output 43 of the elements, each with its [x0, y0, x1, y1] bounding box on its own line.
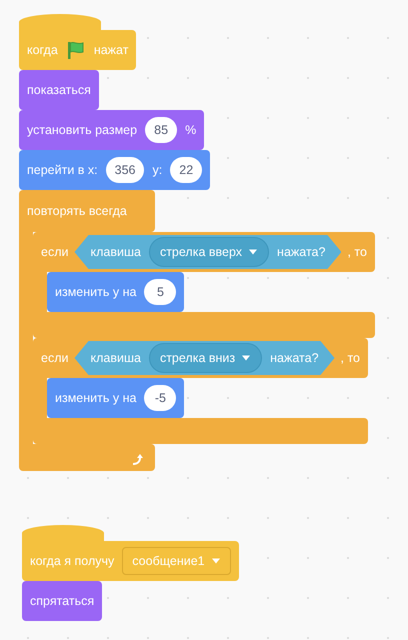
block-label: когда — [27, 42, 58, 59]
number-input[interactable]: 5 — [144, 279, 176, 305]
caret-icon — [241, 355, 252, 361]
block-label: изменить y на — [55, 284, 136, 301]
block-label: если — [41, 350, 68, 367]
key-pressed-condition[interactable]: клавиша стрелка вверх нажата? — [74, 235, 342, 269]
stack-block[interactable]: спрятаться — [22, 581, 102, 621]
if-block-header[interactable]: если клавиша стрелка вверх нажата? , то — [33, 232, 375, 272]
stack-block[interactable]: показаться — [19, 70, 99, 110]
block-label: , то — [340, 350, 360, 367]
stack-block[interactable]: изменить y на 5 — [47, 272, 184, 312]
key-pressed-condition[interactable]: клавиша стрелка вниз нажата? — [74, 341, 335, 375]
block-label: нажата? — [270, 350, 319, 367]
block-label: если — [41, 244, 68, 261]
number-input[interactable]: -5 — [144, 385, 176, 411]
block-label: повторять всегда — [27, 202, 127, 220]
caret-icon — [210, 558, 221, 564]
block-label: , то — [347, 244, 367, 261]
block-label: изменить y на — [55, 390, 136, 407]
block-label: когда я получу — [30, 552, 114, 570]
block-label: нажат — [94, 42, 128, 59]
number-input[interactable]: 356 — [106, 157, 144, 183]
key-dropdown[interactable]: стрелка вниз — [148, 343, 262, 373]
caret-icon — [248, 249, 258, 255]
block-label: спрятаться — [30, 592, 94, 610]
number-input[interactable]: 22 — [170, 157, 202, 183]
block-label: клавиша — [90, 244, 141, 261]
block-label: % — [185, 122, 196, 139]
flag-icon — [66, 40, 86, 60]
stack-block[interactable]: изменить y на -5 — [47, 378, 184, 418]
stack-block[interactable]: установить размер 85 % — [19, 110, 204, 150]
stack-block[interactable]: перейти в x: 356 y: 22 — [19, 150, 210, 190]
block-label: y: — [152, 162, 162, 179]
forever-block-top[interactable]: повторять всегда — [19, 190, 155, 232]
block-label: перейти в x: — [27, 162, 98, 179]
block-label: показаться — [27, 82, 91, 99]
if-block-header[interactable]: если клавиша стрелка вниз нажата? , то — [33, 338, 368, 378]
number-input[interactable]: 85 — [145, 117, 178, 143]
block-label: нажата? — [277, 244, 326, 261]
loop-arrow-icon — [131, 453, 145, 467]
block-label: клавиша — [90, 350, 141, 367]
key-dropdown[interactable]: стрелка вверх — [148, 237, 270, 267]
block-label: установить размер — [27, 122, 138, 139]
